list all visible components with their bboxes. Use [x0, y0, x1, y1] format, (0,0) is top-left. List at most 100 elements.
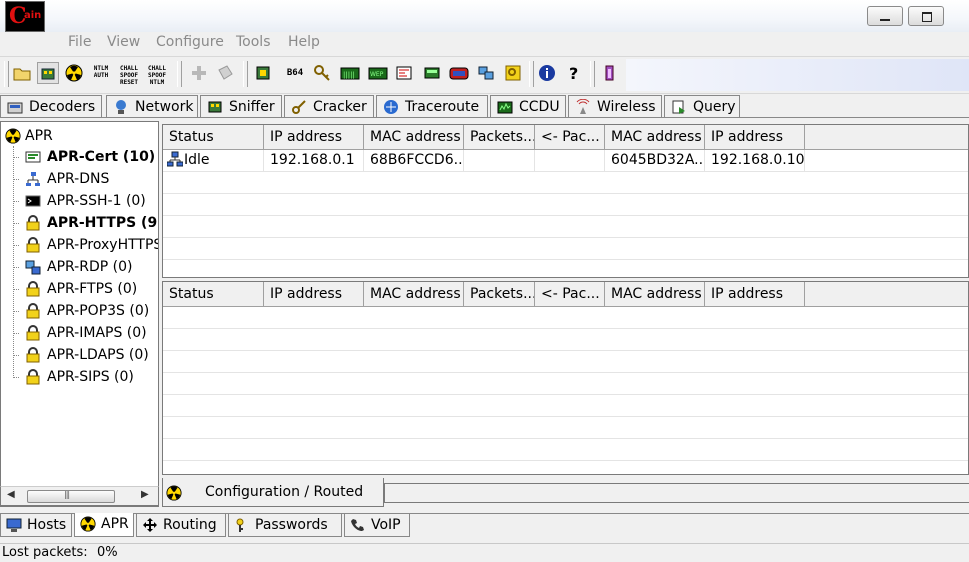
lock-icon	[26, 237, 40, 253]
col-mac-address-2[interactable]: MAC address	[605, 282, 705, 306]
chall-spoof-ntlm-button[interactable]: CHALL SPOOF NTLM	[146, 62, 168, 86]
tree-item-apr-imaps[interactable]: APR-IMAPS (0)	[13, 322, 147, 344]
apr-pairs-grid-bottom[interactable]: Status IP address MAC address Packets...…	[162, 281, 969, 475]
tree-item-apr-ldaps[interactable]: APR-LDAPS (0)	[13, 344, 149, 366]
lock-icon	[26, 369, 40, 385]
col-ip-address-2[interactable]: IP address	[705, 125, 805, 149]
open-folder-button[interactable]	[11, 62, 33, 84]
tab-cracker[interactable]: Cracker	[284, 95, 374, 117]
col-ip-address[interactable]: IP address	[264, 282, 364, 306]
tab-voip[interactable]: VoIP	[344, 514, 410, 537]
table-row	[163, 439, 968, 461]
base64-button[interactable]: B64	[284, 62, 306, 84]
toolbar-fill	[626, 59, 969, 91]
radiation-icon	[166, 485, 182, 501]
tree-item-apr-dns[interactable]: APR-DNS	[13, 168, 109, 190]
menu-file[interactable]: File	[68, 34, 91, 50]
tab-label: Cracker	[313, 99, 367, 115]
tree-item-apr-https[interactable]: APR-HTTPS (9)	[13, 212, 158, 234]
wireless-icon	[576, 99, 590, 114]
status-bar: Lost packets: 0%	[0, 543, 969, 562]
chall-spoof-reset-button[interactable]: CHALL SPOOF RESET	[118, 62, 140, 86]
cain-app-icon[interactable]: Cain	[5, 1, 45, 32]
minimize-button[interactable]	[867, 6, 903, 26]
add-button[interactable]	[188, 62, 210, 84]
scroll-left-icon[interactable]: ◀	[7, 489, 15, 500]
apr-pairs-grid-top[interactable]: Status IP address MAC address Packets...…	[162, 124, 969, 278]
col-mac-address[interactable]: MAC address	[364, 125, 464, 149]
certificate-button[interactable]	[311, 62, 333, 84]
tab-traceroute[interactable]: Traceroute	[376, 95, 488, 117]
col-packets-in[interactable]: <- Pac...	[535, 125, 605, 149]
menu-help[interactable]: Help	[288, 34, 320, 50]
table-row[interactable]: Idle 192.168.0.1 68B6FCCD6... 6045BD32A.…	[163, 150, 968, 172]
tab-hosts[interactable]: Hosts	[0, 514, 72, 537]
password-key-button[interactable]	[502, 62, 524, 84]
tree-item-label: APR-ProxyHTTPS	[47, 237, 159, 253]
tab-passwords[interactable]: Passwords	[228, 514, 342, 537]
tree-item-apr-rdp[interactable]: APR-RDP (0)	[13, 256, 132, 278]
remove-button[interactable]	[214, 62, 236, 84]
about-button[interactable]	[536, 62, 558, 84]
scrollbar-thumb[interactable]	[27, 490, 115, 503]
tab-sniffer[interactable]: Sniffer	[200, 95, 282, 117]
minimize-icon	[868, 7, 902, 25]
tab-apr[interactable]: APR	[74, 513, 134, 537]
radiation-icon	[80, 516, 96, 532]
tab-ccdu[interactable]: CCDU	[490, 95, 566, 117]
tab-routing[interactable]: Routing	[136, 514, 226, 537]
col-mac-address-2[interactable]: MAC address	[605, 125, 705, 149]
hash-calculator-button[interactable]: |||||	[338, 62, 360, 84]
tree-item-apr-ssh[interactable]: APR-SSH-1 (0)	[13, 190, 146, 212]
menu-configure[interactable]: Configure	[156, 34, 224, 50]
remote-desktop-button[interactable]	[475, 62, 497, 84]
col-status[interactable]: Status	[163, 125, 264, 149]
tree-root-apr[interactable]: APR	[5, 126, 53, 146]
tree-item-label: APR-SSH-1 (0)	[47, 193, 146, 209]
tab-label: VoIP	[371, 517, 401, 533]
tab-query[interactable]: Query	[664, 95, 740, 117]
exit-button[interactable]	[598, 62, 620, 84]
toolbar-grip[interactable]	[4, 61, 9, 87]
apr-tree-panel[interactable]: APR APR-Cert (10) APR-DNS APR-SSH-1 (0) …	[0, 121, 159, 507]
tab-network[interactable]: Network	[106, 95, 198, 117]
start-sniffer-button[interactable]	[37, 62, 59, 84]
tree-item-apr-cert[interactable]: APR-Cert (10)	[13, 146, 155, 168]
tree-root-label: APR	[25, 128, 53, 144]
col-ip-address[interactable]: IP address	[264, 125, 364, 149]
tree-item-apr-sips[interactable]: APR-SIPS (0)	[13, 366, 134, 388]
scan-button[interactable]	[252, 62, 274, 84]
col-packets-out[interactable]: Packets...	[464, 125, 535, 149]
tab-configuration-routed[interactable]: Configuration / Routed	[162, 478, 384, 507]
start-apr-button[interactable]	[63, 62, 85, 84]
menu-view[interactable]: View	[107, 34, 140, 50]
toolbar-separator-2	[243, 61, 248, 87]
compare-button[interactable]	[393, 62, 415, 84]
col-ip-address-2[interactable]: IP address	[705, 282, 805, 306]
col-packets-in[interactable]: <- Pac...	[535, 282, 605, 306]
tree-item-label: APR-POP3S (0)	[47, 303, 150, 319]
help-button[interactable]: ?	[563, 62, 585, 84]
calculator-button[interactable]	[421, 62, 443, 84]
col-packets-out[interactable]: Packets...	[464, 282, 535, 306]
menu-bar: File View Configure Tools Help	[0, 32, 969, 54]
col-mac-address[interactable]: MAC address	[364, 282, 464, 306]
menu-tools[interactable]: Tools	[236, 34, 271, 50]
wep-button[interactable]: WEP	[366, 62, 388, 84]
status-label: Lost packets:	[2, 545, 88, 560]
ntlm-auth-button[interactable]: NTLM AUTH	[90, 62, 112, 84]
cisco-button[interactable]	[447, 62, 469, 84]
tree-item-apr-proxyhttps[interactable]: APR-ProxyHTTPS	[13, 234, 159, 256]
grid-header: Status IP address MAC address Packets...…	[163, 125, 968, 150]
maximize-button[interactable]	[908, 6, 944, 26]
tab-wireless[interactable]: Wireless	[568, 95, 662, 117]
tree-item-apr-ftps[interactable]: APR-FTPS (0)	[13, 278, 137, 300]
tab-divider	[0, 117, 969, 118]
tab-decoders[interactable]: Decoders	[0, 95, 102, 117]
scroll-right-icon[interactable]: ▶	[141, 489, 149, 500]
sniffer-icon	[208, 101, 222, 113]
col-status[interactable]: Status	[163, 282, 264, 306]
grid-header: Status IP address MAC address Packets...…	[163, 282, 968, 307]
tree-item-apr-pop3s[interactable]: APR-POP3S (0)	[13, 300, 149, 322]
tree-horizontal-scrollbar[interactable]: ◀ ▶	[0, 486, 159, 506]
